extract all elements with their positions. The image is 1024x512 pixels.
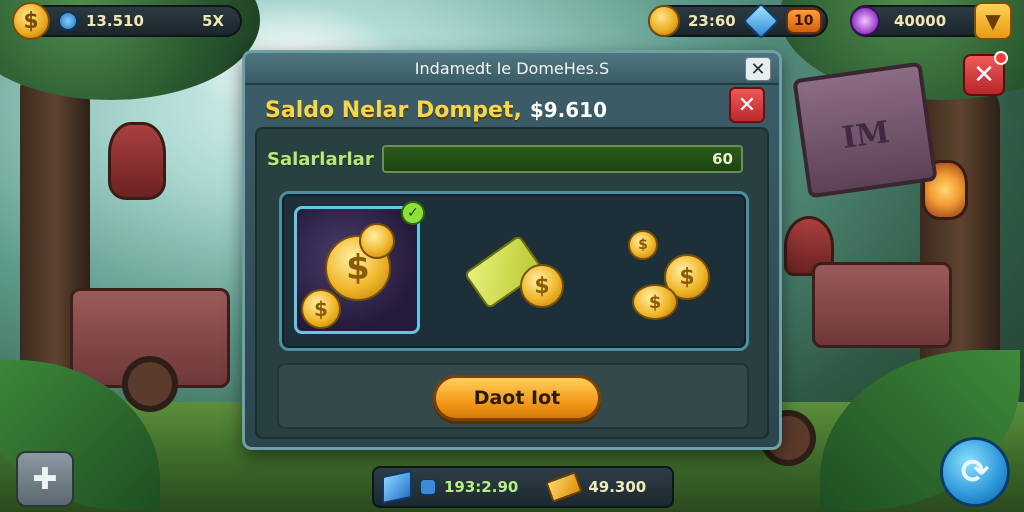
notification-dot: [994, 51, 1008, 65]
dollar-coin-icon: $: [12, 2, 50, 40]
blue-cube-icon: [382, 469, 412, 505]
energy-counter[interactable]: 40000 ▼: [850, 2, 1012, 40]
refresh-icon: ⟳: [960, 452, 990, 492]
purple-swirl-icon: [850, 6, 880, 36]
wallet-modal: Indamedt Ie DomeHes.S ✕ Saldo Nelar Domp…: [242, 50, 782, 450]
coins-counter[interactable]: $ 13.510 5X: [12, 2, 242, 40]
coins-multiplier: 5X: [201, 12, 224, 30]
balance-label: Saldo Nelar Dompet,: [265, 97, 522, 123]
item-slot-cash-and-coin[interactable]: $: [454, 206, 580, 334]
gold-value: 23:60: [688, 12, 736, 30]
salary-row: Salarlarlar 60: [267, 143, 743, 175]
lantern-left: [108, 122, 166, 200]
dollar-coin-icon: $: [628, 230, 658, 260]
item-slot-scattered-coins[interactable]: $ $ $: [612, 206, 738, 334]
plus-icon: ✚: [32, 461, 58, 497]
salary-value: 60: [712, 150, 733, 168]
cart-wheel-left: [122, 356, 178, 412]
small-gem-icon: [58, 11, 78, 31]
shield-emblem-icon[interactable]: ▼: [974, 2, 1012, 40]
coins-value: 13.510: [86, 12, 144, 30]
chest-right: [812, 262, 952, 348]
balance-amount: $9.610: [529, 98, 608, 122]
bottom-resource-bar: 193:2.90 49.300: [372, 466, 674, 508]
gems-badge: 10: [785, 8, 822, 34]
close-icon: ✕: [973, 60, 995, 90]
claim-area: Daot Iot: [277, 363, 749, 429]
modal-header: Indamedt Ie DomeHes.S ✕: [245, 53, 779, 85]
balance-line: Saldo Nelar Dompet, $9.610: [265, 93, 607, 127]
gold-coin-icon: [648, 5, 680, 37]
claim-button[interactable]: Daot Iot: [433, 375, 601, 421]
dollar-coin-icon: $: [520, 264, 564, 308]
modal-title: Indamedt Ie DomeHes.S: [414, 59, 610, 78]
dollar-coin-icon: $: [301, 289, 341, 329]
bottom-gems-value: 193:2.90: [444, 478, 519, 496]
dollar-coin-icon: [359, 223, 395, 259]
reward-items-panel: $ $ ✓ $ $ $ $: [279, 191, 749, 351]
salary-label: Salarlarlar: [267, 148, 374, 170]
modal-close-button[interactable]: ✕: [745, 57, 771, 81]
gold-bar-icon: [545, 471, 584, 503]
energy-value: 40000: [894, 12, 947, 30]
add-button[interactable]: ✚: [16, 451, 74, 507]
bottom-gold-value: 49.300: [588, 478, 647, 496]
corner-close-button[interactable]: ✕: [963, 51, 1008, 96]
mini-badge-icon: [420, 479, 436, 495]
salary-progress-bar: 60: [381, 145, 743, 173]
item-slot-coin-pile[interactable]: $ $ ✓: [294, 201, 425, 334]
salary-progress-fill: [383, 147, 741, 171]
diamond-icon: [742, 2, 780, 40]
check-icon: ✓: [401, 201, 425, 225]
signboard: IM: [792, 61, 938, 199]
gold-counter[interactable]: 23:60 10: [648, 2, 828, 40]
refresh-button[interactable]: ⟳: [940, 437, 1010, 507]
dollar-coin-icon: $: [632, 284, 678, 320]
modal-close-red-button[interactable]: ✕: [729, 87, 765, 123]
